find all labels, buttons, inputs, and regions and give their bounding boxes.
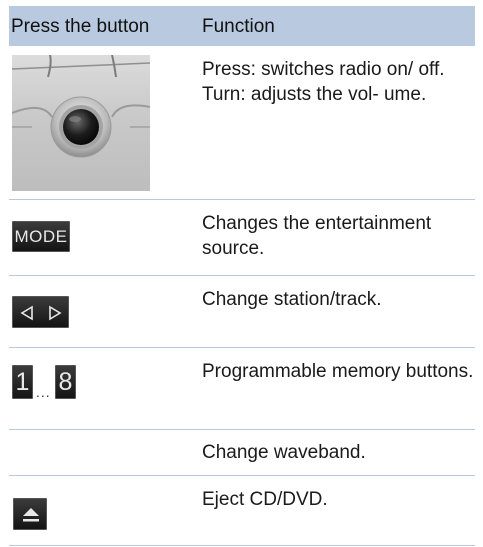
function-text: Programmable memory buttons. [202,361,474,382]
memory-button-8-icon: 8 [55,365,76,399]
memory-button-1-icon: 1 [12,365,33,399]
table-header: Press the button Function [9,6,475,46]
header-press-the-button: Press the button [11,16,150,37]
function-text: Eject CD/DVD. [202,489,328,510]
button-cell [9,476,195,547]
row-separator [9,545,475,546]
button-cell [9,46,195,200]
function-text: Change waveband. [202,442,366,463]
prev-next-arrows-icon [12,296,69,328]
function-text: Change station/track. [202,289,382,310]
eject-icon [13,498,47,530]
table-row: Change station/track. [9,276,475,348]
button-cell: MODE [9,200,195,276]
table-row: MODE Changes the entertainment source. [9,200,475,276]
table-row: Change waveband. [9,430,475,476]
table-row: 1 ... 8 Programmable memory buttons. [9,348,475,430]
button-cell [9,276,195,348]
header-function: Function [202,16,275,37]
mode-button-icon: MODE [12,221,70,252]
button-cell: 1 ... 8 [9,348,195,430]
button-cell [9,430,195,476]
memory-button-ellipsis: ... [36,384,51,400]
function-text: Press: switches radio on/ off. Turn: adj… [202,59,445,105]
table-row: Press: switches radio on/ off. Turn: adj… [9,46,475,200]
volume-knob-icon [12,55,150,191]
function-text: Changes the entertainment source. [202,213,432,259]
table-row: Eject CD/DVD. [9,476,475,547]
